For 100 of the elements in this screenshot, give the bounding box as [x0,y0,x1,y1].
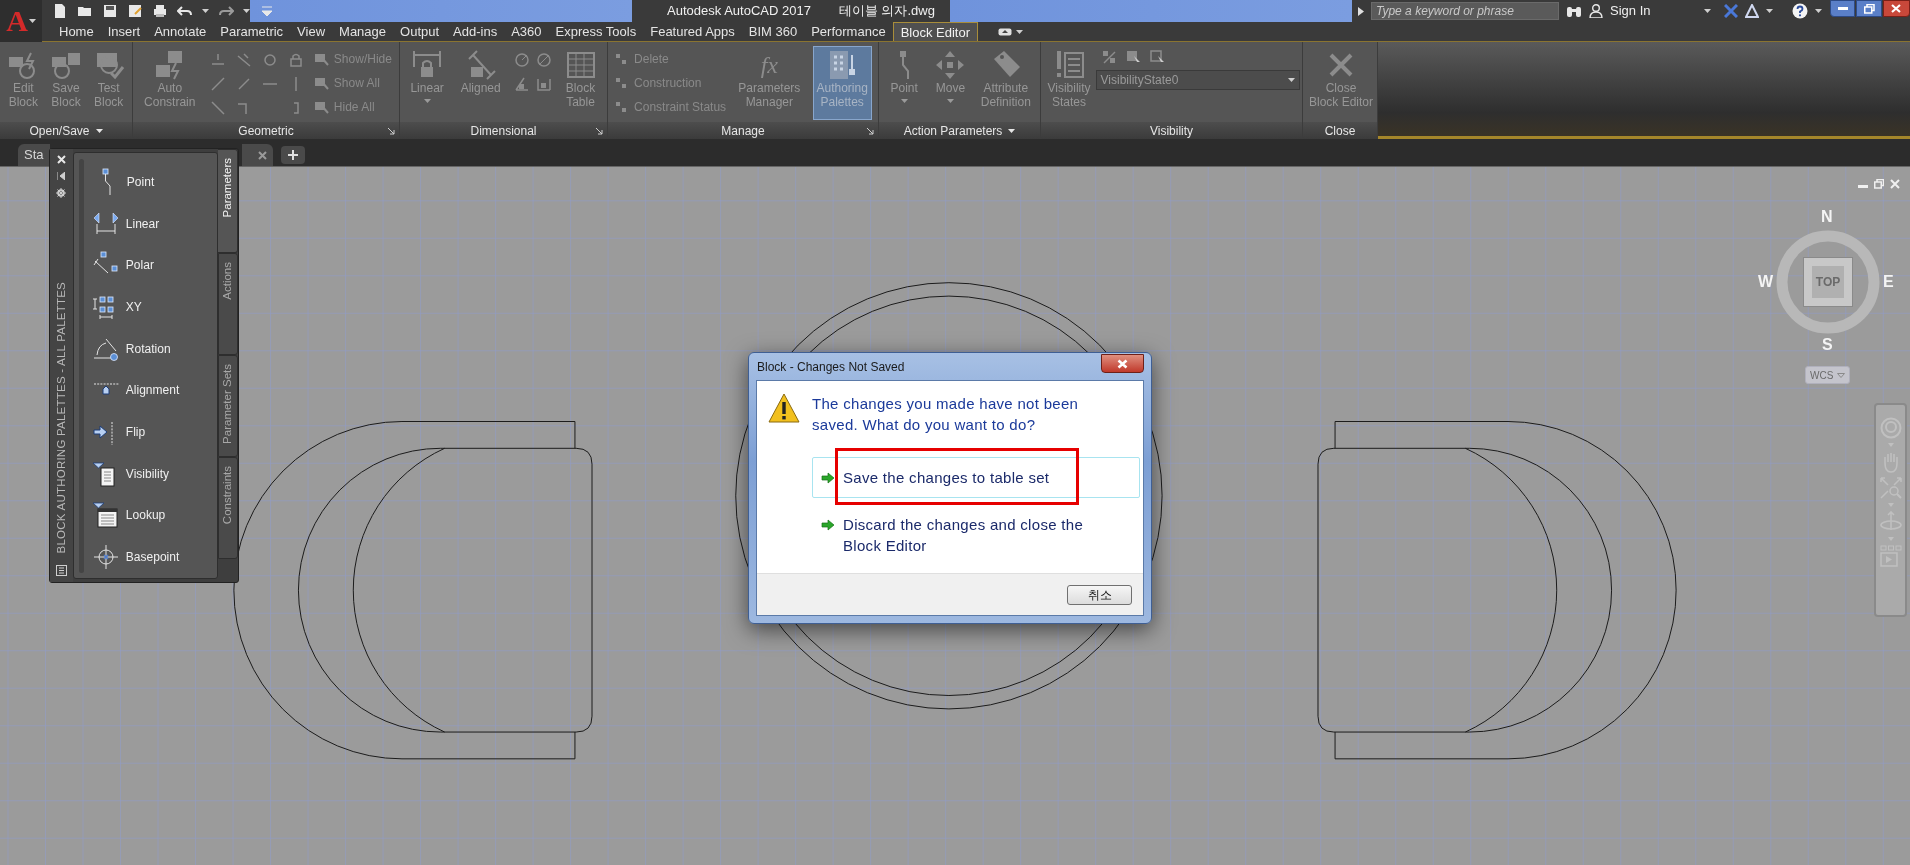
restore-icon[interactable] [1874,179,1884,189]
compass-south-label[interactable]: S [1822,337,1833,353]
palette-tool[interactable]: Flip [91,411,180,453]
palette-tab[interactable]: Constraints [218,457,238,559]
ribbon-button[interactable]: Test Block [88,46,129,120]
close-button[interactable] [1882,0,1910,17]
palette-tool[interactable]: Rotation [91,327,180,370]
ribbon-button[interactable]: Auto Constrain [140,46,200,120]
triangle-logo-icon[interactable] [1745,4,1760,18]
ucs-menu-button[interactable]: WCS [1805,366,1851,384]
caret-icon[interactable] [1815,9,1823,13]
palette-tool[interactable]: XY [91,286,180,328]
diagonal-line-icon[interactable] [209,76,226,92]
ribbon-button[interactable]: Close Block Editor [1305,46,1378,120]
binoculars-icon[interactable] [1566,4,1582,18]
new-file-icon[interactable] [52,3,68,19]
search-field[interactable]: Type a keyword or phrase [1371,2,1559,20]
compass-east-label[interactable]: E [1883,274,1894,290]
document-tab[interactable] [241,144,273,166]
ribbon-tab[interactable]: View [290,22,333,41]
panel-toggle-icon[interactable] [998,27,1012,36]
ribbon-button[interactable]: Linear [406,46,448,120]
save-as-icon[interactable] [127,3,143,19]
cursor-box-icon[interactable] [1149,50,1164,64]
palette-tab[interactable]: Parameter Sets [218,355,238,457]
caret-icon[interactable] [1766,9,1774,13]
lock-icon[interactable] [287,52,304,68]
x-logo-icon[interactable] [1724,4,1739,18]
app-menu-button[interactable]: A [0,0,42,42]
palette-tool[interactable]: Lookup [91,494,180,537]
ribbon-tab[interactable]: Parametric [213,22,291,41]
minimize-button[interactable] [1830,0,1856,17]
printer-icon[interactable] [152,3,168,19]
caret-icon[interactable] [202,9,209,13]
collinear-icon[interactable] [235,52,252,68]
visibility-toggle-icon[interactable] [1101,50,1116,64]
launcher-arrow-icon[interactable] [596,128,603,135]
convert-icon[interactable] [535,76,552,92]
palette-tool[interactable]: Visibility [91,452,180,495]
palette-tool[interactable]: Linear [91,202,180,245]
ribbon-button[interactable]: Aligned [456,46,505,120]
caret-icon[interactable] [1016,29,1023,34]
caret-icon[interactable] [1008,128,1016,133]
radius-icon[interactable] [513,52,530,68]
user-icon[interactable] [1589,4,1603,18]
command-link-button[interactable]: Save the changes to table set [812,457,1140,498]
palette-tab[interactable]: Actions [218,253,238,355]
save-icon[interactable] [102,3,118,19]
ribbon-button[interactable]: Block Table [560,46,601,120]
document-tab[interactable]: Sta [18,144,50,166]
ribbon-button[interactable]: Authoring Palettes [812,46,872,120]
cancel-button[interactable]: 취소 [1067,584,1132,605]
ribbon-tab[interactable]: A360 [504,22,549,41]
command-link-button[interactable]: Discard the changes and close the Block Editor [812,504,1140,566]
ribbon-tab[interactable]: Home [52,22,101,41]
close-button[interactable] [1101,354,1144,373]
sign-in-link[interactable]: Sign In [1610,1,1651,21]
ribbon-tab[interactable]: Featured Apps [643,22,742,41]
palette-tool[interactable]: Alignment [91,369,180,412]
ribbon-tab[interactable]: Manage [332,22,394,41]
new-tab-button[interactable] [280,146,305,164]
restore-button[interactable] [1856,0,1882,17]
circle-icon[interactable] [261,52,278,68]
compass-west-label[interactable]: W [1758,274,1774,290]
palette-tool[interactable]: Point [91,161,180,203]
ribbon-tab[interactable]: Annotate [147,22,214,41]
angle-icon[interactable] [513,76,530,92]
expand-arrow-icon[interactable] [1358,6,1364,16]
viewcube-face[interactable]: TOP [1803,257,1853,307]
gear-icon[interactable] [56,188,67,198]
help-icon[interactable] [1792,3,1809,19]
palette-tool[interactable]: Polar [91,244,180,287]
customize-icon[interactable] [259,3,275,19]
ribbon-tab[interactable]: Insert [100,22,148,41]
ribbon-button[interactable]: Save Block [46,46,86,120]
launcher-arrow-icon[interactable] [867,128,874,135]
ribbon-tab[interactable]: Output [393,22,447,41]
palette-tool[interactable]: Basepoint [91,536,180,579]
ribbon-button[interactable]: Move [930,46,971,120]
ribbon-tab[interactable]: Performance [804,22,893,41]
ribbon-button[interactable]: Point [884,46,925,120]
ribbon-button[interactable]: Visibility States [1043,46,1095,120]
cursor-box-icon[interactable] [1125,50,1140,64]
diameter-icon[interactable] [535,52,552,68]
palette-properties-icon[interactable] [55,565,67,576]
caret-icon[interactable] [95,128,103,133]
pin-icon[interactable] [57,172,66,180]
ribbon-tab[interactable]: BIM 360 [741,22,805,41]
caret-icon[interactable] [1704,9,1712,13]
ribbon-tab[interactable]: Block Editor [892,22,978,41]
visibility-state-dropdown[interactable]: VisibilityState0 [1095,70,1300,90]
compass-north-label[interactable]: N [1821,209,1833,225]
ribbon-tab[interactable]: Express Tools [548,22,644,41]
diagonal-line-icon[interactable] [209,100,226,116]
caret-icon[interactable] [243,9,250,13]
palette-tab[interactable]: Parameters [218,149,238,253]
ribbon-tab[interactable]: Add-ins [446,22,505,41]
ribbon-button[interactable]: Edit Block [3,46,44,120]
launcher-arrow-icon[interactable] [388,128,395,135]
ribbon-button[interactable]: Attribute Definition [976,46,1035,120]
